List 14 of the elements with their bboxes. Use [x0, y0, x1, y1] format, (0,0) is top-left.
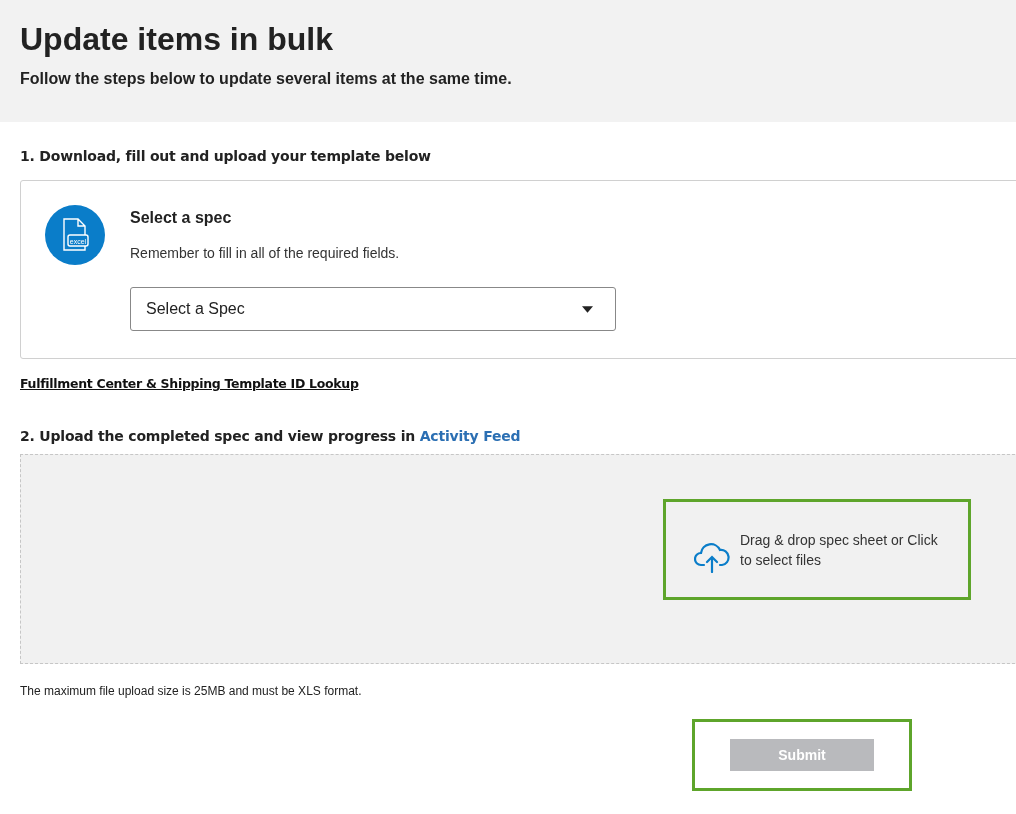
step-heading: 1. Download, fill out and upload your template below [20, 148, 432, 164]
card-description: Remember to fill in all of the required fields. [130, 245, 401, 261]
spec-dropdown[interactable]: Select a Spec [130, 287, 616, 331]
page-subtitle: Follow the steps below to update several items at the same time. [20, 70, 513, 88]
page-title: Update items in bulk [20, 20, 334, 58]
file-dropzone[interactable]: Drag & drop spec sheet or Click to select files [663, 499, 971, 600]
caret-icon [582, 305, 593, 313]
dropzone-text: Drag & drop spec sheet or Click to select files [740, 530, 939, 570]
activity-feed-link[interactable]: Activity Feed [419, 428, 521, 444]
cloud-upload-icon [694, 540, 730, 573]
card-title: Select a spec [130, 209, 233, 227]
step-heading: 2. Upload the completed spec and view progress in Activity Feed [20, 428, 522, 444]
lookup-link[interactable]: Fulfillment Center & Shipping Template ID Lookup [20, 376, 359, 391]
upload-note: The maximum file upload size is 25MB and must be XLS format. [20, 684, 363, 698]
